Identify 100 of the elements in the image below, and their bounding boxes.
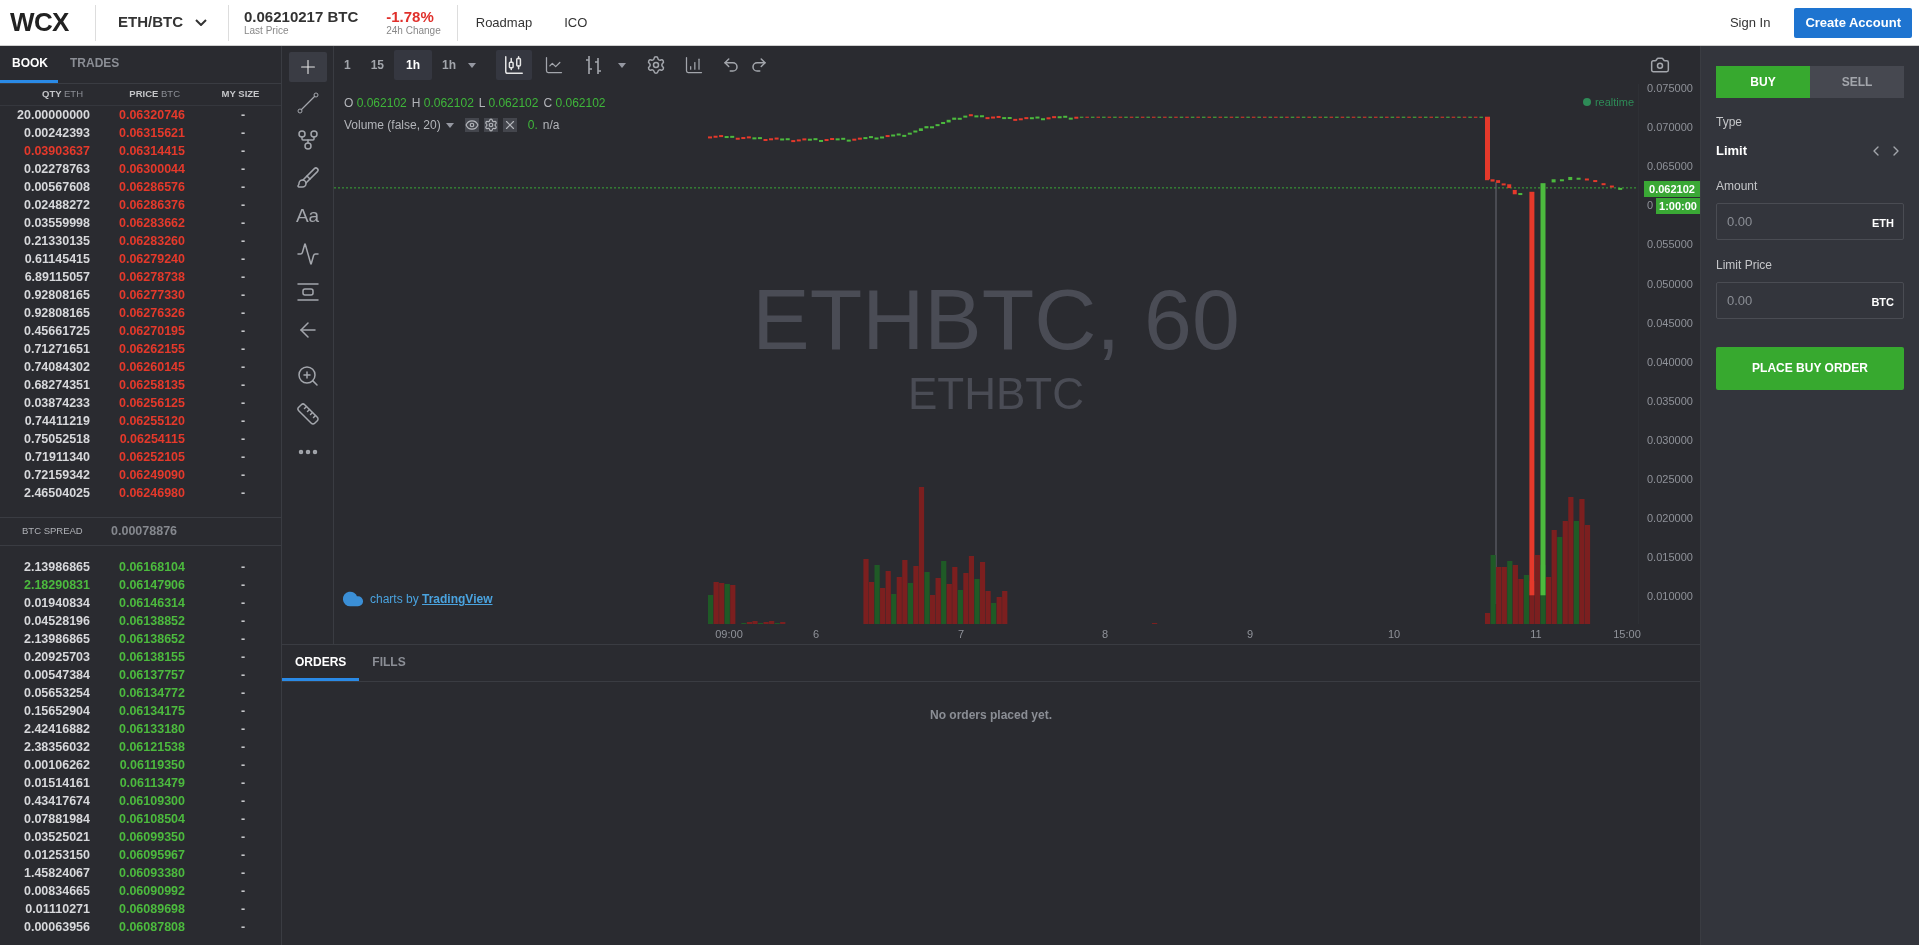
qty-cell-text: 0.61145415 [23,250,90,268]
volume-value: 0. [527,117,538,134]
my-size-cell-text: - [239,160,247,178]
interval-dropdown[interactable]: 1h [432,50,487,80]
credit-link[interactable]: TradingView [422,592,493,606]
unit-label: BTC [1871,294,1894,310]
my-size-cell-text: - [239,576,247,594]
price-cell-text: 0.06137757 [117,666,185,684]
empty-orders-message: No orders placed yet. [929,707,1052,724]
price-cell-text: 0.06276326 [117,304,185,322]
ohlc-value: H 0.062102 [411,95,474,112]
qty-cell-text: 0.20925703 [22,648,90,666]
unit-label: ETH [1872,215,1894,231]
qty-cell-text: 1.45824067 [22,864,90,882]
qty-cell-text: 2.38356032 [22,738,90,756]
my-size-cell-text: - [239,594,247,612]
my-size-cell-text: - [239,810,247,828]
place-order-button[interactable]: PLACE BUY ORDER [1716,346,1904,390]
qty-cell-text: 0.03559998 [22,214,90,232]
qty-cell-text: 0.72159342 [22,466,90,484]
qty-cell-text: 0.45661725 [22,322,90,340]
interval-button[interactable]: 15 [360,50,395,80]
my-size-cell-text: - [239,846,247,864]
volume-study-label[interactable]: Volume (false, 20) [344,116,441,134]
side-toggle[interactable]: SELL [1810,66,1904,98]
qty-cell-text: 0.74411219 [23,412,90,430]
my-size-cell-text: - [239,286,247,304]
qty-cell-text: 0.75052518 [22,430,90,448]
price-cell-text: 0.06099350 [117,828,185,846]
my-size-cell-text: - [239,466,247,484]
price-cell-text: 0.06278738 [117,268,185,286]
volume-na: n/a [542,117,560,134]
qty-cell-text: 0.00063956 [22,918,90,936]
price-cell-text: 0.06133180 [117,720,185,738]
my-size-cell-text: - [239,412,247,430]
price-cell-text: 0.06246980 [117,484,185,502]
pair-selector[interactable]: ETH/BTC [118,11,207,34]
price-cell-text: 0.06113479 [118,774,185,792]
time-axis-label: 10 [1387,627,1401,642]
interval-button[interactable]: 1 [334,50,361,80]
my-size-cell-text: - [239,142,247,160]
text-tool[interactable]: Aa [295,204,320,228]
qty-cell-text: 0.00567608 [22,178,90,196]
nav-link[interactable]: ICO [564,12,588,33]
my-size-cell-text: - [239,322,247,340]
my-size-cell-text: - [239,756,247,774]
book-tab[interactable]: BOOK [0,46,58,83]
qty-cell-text: 0.03874233 [22,394,90,412]
my-size-cell-text: - [239,684,247,702]
my-size-cell-text: - [239,106,247,124]
price-axis-label: 0.030000 [1647,432,1693,448]
nav-link[interactable]: Roadmap [475,12,533,33]
price-axis-label: 0.065000 [1647,159,1693,175]
price-cell-text: 0.06109300 [117,792,185,810]
column-header: PRICE BTC [128,87,180,102]
logo[interactable]: WCX [10,3,78,42]
book-tab[interactable]: TRADES [58,46,132,83]
price-cell-text: 0.06138852 [117,612,185,630]
last-price: 0.06210217 BTC [244,8,359,26]
qty-cell-text: 0.01253150 [22,846,90,864]
qty-cell-text: 0.15652904 [22,702,90,720]
price-cell-text: 0.06119350 [118,756,185,774]
price-axis-label: 0.040000 [1647,354,1693,370]
price-axis-label: 0.045000 [1647,315,1693,331]
countdown-tag: 1:00:00 [1656,197,1700,215]
qty-cell-text: 0.01110271 [24,900,90,918]
price-cell-text: 0.06286376 [117,196,185,214]
order-type: Limit [1716,142,1749,160]
orders-tab[interactable]: ORDERS [282,645,360,681]
my-size-cell-text: - [239,774,247,792]
my-size-cell-text: - [239,178,247,196]
qty-cell-text: 0.71911340 [23,448,90,466]
orders-tab[interactable]: FILLS [359,645,419,681]
qty-cell-text: 0.03525021 [22,828,90,846]
my-size-cell-text: - [239,430,247,448]
qty-cell-text: 0.07881984 [22,810,90,828]
qty-cell-text: 0.02488272 [22,196,90,214]
qty-cell-text: 0.01940834 [22,594,90,612]
price-cell-text: 0.06283662 [117,214,185,232]
price-cell-text: 0.06138155 [117,648,185,666]
price-cell-text: 0.06256125 [117,394,185,412]
my-size-cell-text: - [239,918,247,936]
price-cell-text: 0.06147906 [117,576,185,594]
sign-in-link[interactable]: Sign In [1729,12,1771,33]
side-toggle[interactable]: BUY [1716,66,1810,98]
price-axis-label: 0.050000 [1647,276,1693,292]
my-size-cell-text: - [239,666,247,684]
my-size-cell-text: - [239,630,247,648]
qty-cell-text: 2.13986865 [22,558,90,576]
my-size-cell-text: - [239,214,247,232]
ohlc-value: O 0.062102 [344,95,407,112]
qty-cell-text: 0.05653254 [22,684,90,702]
my-size-cell-text: - [239,250,247,268]
time-axis-label: 8 [1101,627,1109,642]
create-account-button[interactable]: Create Account [1794,7,1912,38]
chart-credit: charts by TradingView [370,591,493,608]
interval-button[interactable]: 1h [394,50,433,80]
last-price-tag: 0.062102 [1644,180,1700,198]
price-cell-text: 0.06095967 [117,846,185,864]
ohlc-value: C 0.062102 [543,95,606,112]
